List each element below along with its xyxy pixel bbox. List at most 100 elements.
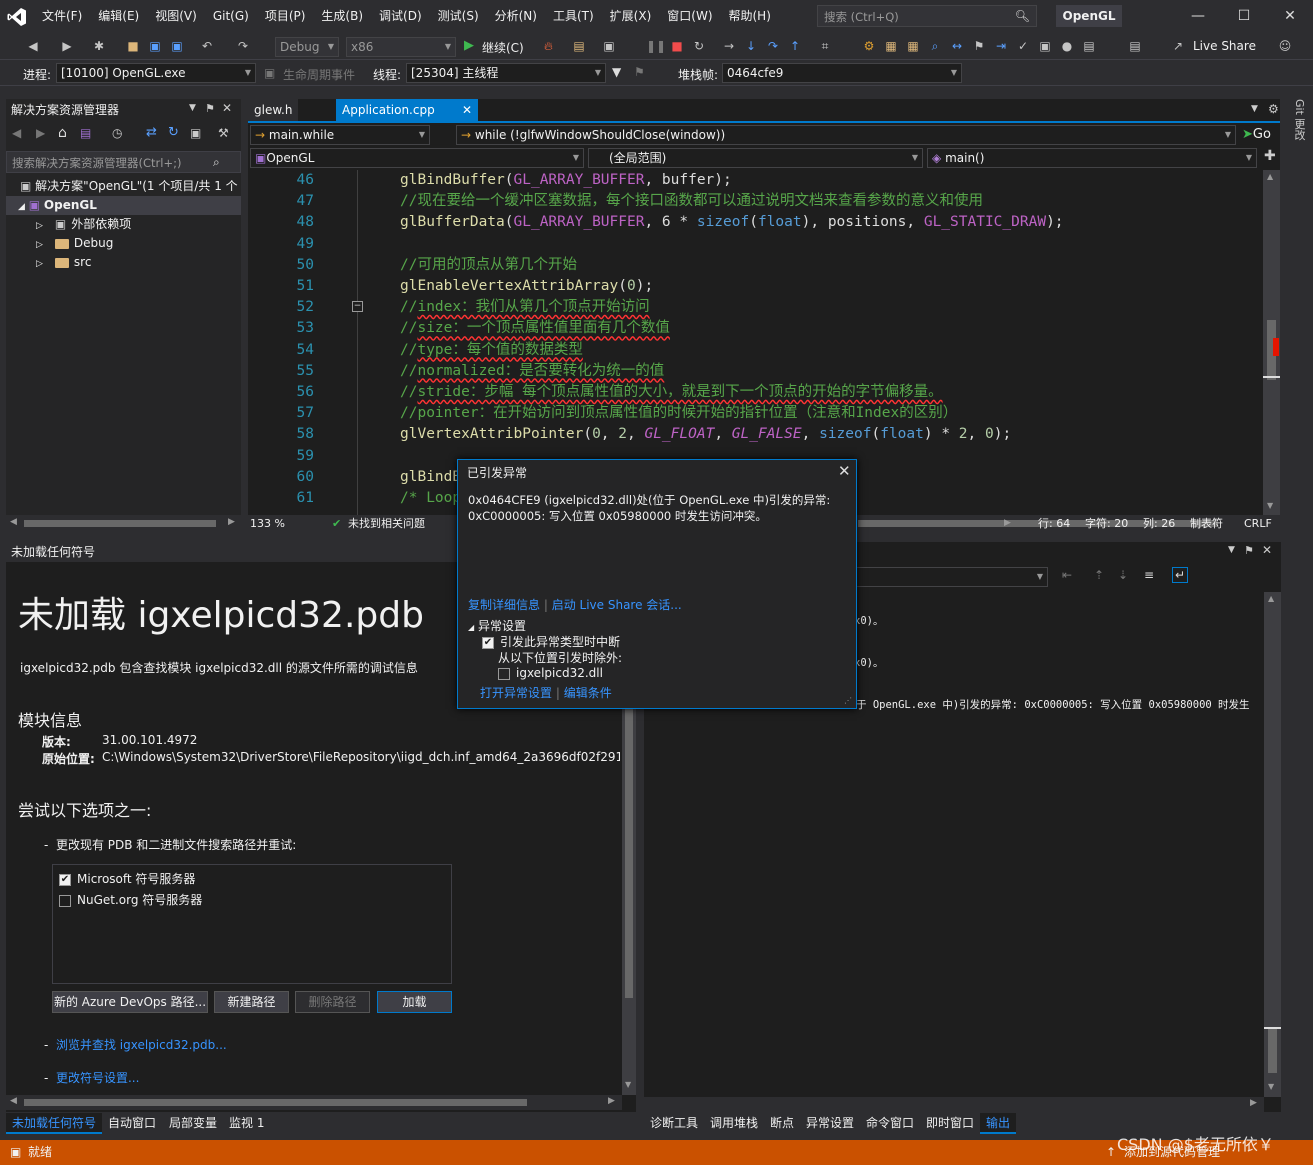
lifecycle-events-button[interactable]: 生命周期事件 xyxy=(283,66,355,83)
scroll-right-icon[interactable]: ▶ xyxy=(1250,1098,1257,1108)
continue-icon[interactable]: ▶ xyxy=(464,38,474,53)
code-line[interactable]: 49 xyxy=(248,234,1263,255)
dropdown-icon[interactable]: ▼ xyxy=(189,103,196,113)
thread-select[interactable]: [25304] 主线程 ▼ xyxy=(406,63,606,83)
zoom-level[interactable]: 133 % xyxy=(250,515,285,532)
menu-item[interactable]: 生成(B) xyxy=(313,0,371,33)
close-icon[interactable]: ✕ xyxy=(1262,543,1272,557)
live-share-button[interactable]: Live Share xyxy=(1193,39,1256,53)
minimize-button[interactable]: — xyxy=(1175,0,1221,33)
word-wrap-icon[interactable]: ↵ xyxy=(1172,567,1189,583)
symbol-server-checkbox[interactable] xyxy=(59,894,71,907)
start-live-share-link[interactable]: 启动 Live Share 会话... xyxy=(552,598,682,612)
bottom-tab[interactable]: 诊断工具 xyxy=(644,1113,704,1134)
refresh-icon[interactable]: ↻ xyxy=(168,125,179,140)
sync-icon[interactable]: ⇄ xyxy=(146,125,157,140)
flag-icon[interactable]: ⚑ xyxy=(634,65,645,79)
menu-item[interactable]: 视图(V) xyxy=(147,0,205,33)
redo-icon[interactable]: ↷ xyxy=(234,37,252,55)
scroll-up-icon[interactable]: ▲ xyxy=(1267,172,1273,181)
copy-details-link[interactable]: 复制详细信息 xyxy=(468,598,540,612)
feedback-icon[interactable]: ☺ xyxy=(1276,37,1294,55)
scroll-left-icon[interactable]: ◀ xyxy=(10,1096,17,1106)
platform-select[interactable]: x86 ▼ xyxy=(346,37,456,57)
symbol-server-item[interactable]: NuGet.org 符号服务器 xyxy=(59,890,445,911)
symbol-server-checkbox[interactable]: ✔ xyxy=(59,873,71,886)
edit-conditions-link[interactable]: 编辑条件 xyxy=(564,686,612,700)
git-changes-side-tab[interactable]: Git 更改 xyxy=(1287,99,1307,159)
except-dll-option[interactable]: igxelpicd32.dll xyxy=(498,666,603,680)
spell-check-icon[interactable]: ✓ xyxy=(1014,37,1032,55)
change-symbol-settings-link[interactable]: 更改符号设置... xyxy=(56,1071,139,1085)
save-icon[interactable]: ▣ xyxy=(146,37,164,55)
forward-icon[interactable]: ▶ xyxy=(36,126,45,140)
stop-icon[interactable]: ■ xyxy=(668,37,686,55)
editor-vertical-scrollbar[interactable]: ▲ ▼ xyxy=(1263,170,1280,515)
nav-scope-select[interactable]: → main.while ▼ xyxy=(250,125,430,145)
diagnostics-icon[interactable]: ⚙ xyxy=(860,37,878,55)
scroll-down-icon[interactable]: ▼ xyxy=(1268,1082,1274,1091)
menu-item[interactable]: Git(G) xyxy=(205,0,257,33)
code-line[interactable]: 46 glBindBuffer(GL_ARRAY_BUFFER, buffer); xyxy=(248,170,1263,191)
browse-link[interactable]: 浏览并查找 igxelpicd32.pdb... xyxy=(56,1038,227,1052)
code-line[interactable]: 57 //pointer：在开始访问到顶点属性值的时候开始的指针位置（注意和Ind… xyxy=(248,403,1263,424)
tab-glew-h[interactable]: glew.h xyxy=(248,99,299,121)
tree-item[interactable]: ▷ Debug xyxy=(6,234,241,253)
new-item-icon[interactable]: ✱ xyxy=(90,37,108,55)
hex-display-icon[interactable]: ⌗ xyxy=(816,37,834,55)
line-ending[interactable]: CRLF xyxy=(1244,515,1272,532)
code-line[interactable]: 53 //size：一个顶点属性值里面有几个数值 xyxy=(248,318,1263,339)
wrench-icon[interactable]: ⚒ xyxy=(218,126,229,140)
bookmark-icon[interactable]: ⚑ xyxy=(970,37,988,55)
output-vertical-scrollbar[interactable]: ▲ ▼ xyxy=(1264,592,1281,1097)
close-tab-icon[interactable]: ✕ xyxy=(462,99,472,121)
breakpoints-icon[interactable]: ▦ xyxy=(882,37,900,55)
menu-item[interactable]: 项目(P) xyxy=(257,0,314,33)
screenshot-icon[interactable]: ▣ xyxy=(600,37,618,55)
menu-item[interactable]: 调试(D) xyxy=(371,0,430,33)
open-folder-icon[interactable]: ■ xyxy=(124,37,142,55)
tree-item[interactable]: ▷ ▣ 外部依赖项 xyxy=(6,215,241,234)
issues-status[interactable]: 未找到相关问题 xyxy=(348,515,425,532)
scroll-thumb[interactable] xyxy=(24,520,216,527)
new-path-button[interactable]: 新建路径 xyxy=(214,991,289,1013)
switch-views-icon[interactable]: ▤ xyxy=(80,126,91,140)
collapse-all-icon[interactable]: ▣ xyxy=(190,126,201,140)
menu-item[interactable]: 分析(N) xyxy=(487,0,545,33)
break-on-exception-option[interactable]: ✔ 引发此异常类型时中断 xyxy=(482,633,620,650)
scope-select[interactable]: (全局范围) ▼ xyxy=(588,148,923,168)
output-source-select[interactable]: ▼ xyxy=(856,567,1048,587)
project-select[interactable]: ▣OpenGL ▼ xyxy=(250,148,584,168)
bottom-tab[interactable]: 监视 1 xyxy=(223,1113,270,1134)
close-window-button[interactable]: ✕ xyxy=(1267,0,1313,33)
code-line[interactable]: 48 glBufferData(GL_ARRAY_BUFFER, 6 * size… xyxy=(248,212,1263,233)
prev-message-icon[interactable]: ⇡ xyxy=(1094,568,1104,582)
indent-icon[interactable]: ⇥ xyxy=(992,37,1010,55)
find-message-icon[interactable]: ⇤ xyxy=(1062,568,1072,582)
menu-item[interactable]: 扩展(X) xyxy=(602,0,660,33)
process-select[interactable]: [10100] OpenGL.exe ▼ xyxy=(56,63,256,83)
home-icon[interactable]: ⌂ xyxy=(58,125,67,141)
restart-icon[interactable]: ↻ xyxy=(690,37,708,55)
break-checkbox[interactable]: ✔ xyxy=(482,636,494,649)
code-line[interactable]: 52 //index：我们从第几个顶点开始访问 xyxy=(248,297,1263,318)
code-line[interactable]: 58 glVertexAttribPointer(0, 2, GL_FLOAT, … xyxy=(248,424,1263,445)
bottom-tab[interactable]: 异常设置 xyxy=(800,1113,860,1134)
undo-icon[interactable]: ↶ xyxy=(198,37,216,55)
code-line[interactable]: 56 //stride：步幅 每个顶点属性值的大小，就是到下一个顶点的开始的字节偏… xyxy=(248,382,1263,403)
solution-node[interactable]: ▣ 解决方案"OpenGL"(1 个项目/共 1 个 xyxy=(6,177,241,196)
scroll-thumb[interactable] xyxy=(1268,1028,1277,1073)
member-select[interactable]: ◈ main() ▼ xyxy=(927,148,1257,168)
code-line[interactable]: 54 //type：每个值的数据类型 xyxy=(248,340,1263,361)
layout-icon[interactable]: ▤ xyxy=(1080,37,1098,55)
scroll-left-icon[interactable]: ◀ xyxy=(10,517,17,527)
delete-path-button[interactable]: 删除路径 xyxy=(295,991,370,1013)
scroll-right-icon[interactable]: ▶ xyxy=(608,1096,615,1106)
step-out-icon[interactable]: ↑ xyxy=(786,37,804,55)
close-icon[interactable]: ✕ xyxy=(222,101,232,115)
code-line[interactable]: 50 //可用的顶点从第几个开始 xyxy=(248,255,1263,276)
hot-reload-icon[interactable]: 🔥︎ xyxy=(544,39,553,54)
window-icon[interactable]: ▣ xyxy=(1036,37,1054,55)
step-over-icon[interactable]: ↷ xyxy=(764,37,782,55)
scroll-right-icon[interactable]: ▶ xyxy=(1004,515,1011,532)
